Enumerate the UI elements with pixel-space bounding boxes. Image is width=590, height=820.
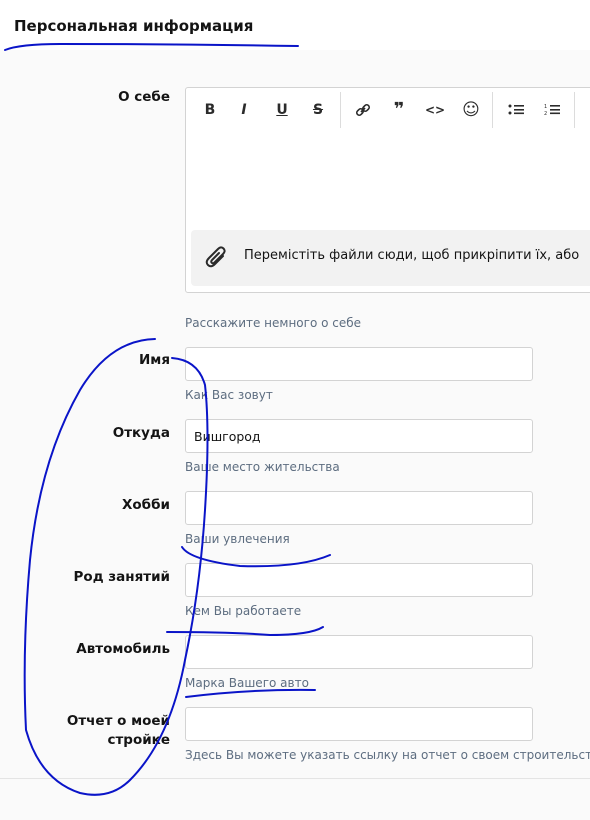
section-title: Персональная информация <box>14 17 254 35</box>
bold-icon[interactable]: B <box>198 98 222 122</box>
report-hint: Здесь Вы можете указать ссылку на отчет … <box>185 748 590 762</box>
quote-icon[interactable]: ❞ <box>387 98 411 122</box>
smiley-icon[interactable]: ☺ <box>459 98 483 122</box>
hobby-input[interactable] <box>185 491 533 525</box>
underline-icon[interactable]: U <box>270 98 294 122</box>
numbered-list-icon[interactable]: 12 <box>540 98 564 122</box>
occupation-hint: Кем Вы работаете <box>185 604 302 618</box>
location-label: Откуда <box>112 425 170 441</box>
name-input[interactable] <box>185 347 533 381</box>
name-label: Имя <box>138 352 170 368</box>
code-icon[interactable]: <> <box>423 98 447 122</box>
car-label: Автомобиль <box>76 641 170 657</box>
toolbar-divider <box>340 92 341 128</box>
svg-text:2: 2 <box>544 111 547 117</box>
location-hint: Ваше место жительства <box>185 460 340 474</box>
strikethrough-icon[interactable]: S <box>306 98 330 122</box>
file-drop-zone[interactable]: Перемістіть файли сюди, щоб прикріпити ї… <box>191 230 590 286</box>
car-hint: Марка Вашего авто <box>185 676 309 690</box>
hobby-hint: Ваши увлечения <box>185 532 290 546</box>
hobby-label: Хобби <box>122 497 170 513</box>
paperclip-icon <box>205 246 226 268</box>
section-header: Персональная информация <box>0 0 590 50</box>
svg-text:1: 1 <box>544 104 547 110</box>
car-input[interactable] <box>185 635 533 669</box>
editor-toolbar: B I U S ❞ <> ☺ 12 <box>186 88 590 132</box>
form-bottom-divider <box>0 778 590 779</box>
occupation-input[interactable] <box>185 563 533 597</box>
report-label-line1: Отчет о моей <box>66 713 170 729</box>
toolbar-divider <box>574 92 575 128</box>
name-hint: Как Вас зовут <box>185 388 273 402</box>
report-input[interactable] <box>185 707 533 741</box>
bullet-list-icon[interactable] <box>504 98 528 122</box>
file-drop-text: Перемістіть файли сюди, щоб прикріпити ї… <box>244 248 580 263</box>
about-hint: Расскажите немного о себе <box>185 316 362 330</box>
location-input[interactable] <box>185 419 533 453</box>
occupation-label: Род занятий <box>73 569 170 585</box>
report-label: Отчет о моей стройке <box>67 712 170 750</box>
link-icon[interactable] <box>351 98 375 122</box>
toolbar-divider <box>492 92 493 128</box>
italic-icon[interactable]: I <box>232 98 256 122</box>
about-editor[interactable]: B I U S ❞ <> ☺ 12 Перемістіть файли сюди… <box>185 87 590 293</box>
report-label-line2: стройке <box>107 732 170 748</box>
about-label: О себе <box>118 89 170 105</box>
